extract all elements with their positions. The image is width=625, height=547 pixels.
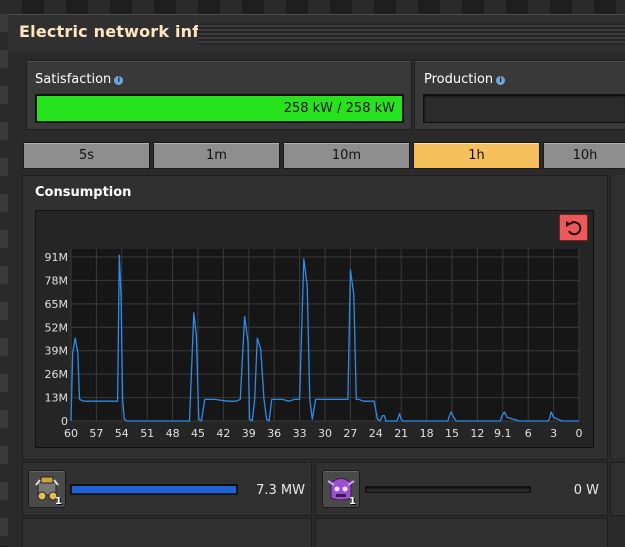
x-tick-label: 9.1 <box>494 427 512 440</box>
y-tick-label: 65M <box>45 298 69 311</box>
entry-row-edge <box>610 462 625 516</box>
entry-count: 1 <box>55 496 62 507</box>
x-tick-label: 33 <box>293 427 307 440</box>
x-tick-label: 18 <box>420 427 434 440</box>
entry-bar-2 <box>365 486 531 493</box>
entry-value-1: 7.3 MW <box>256 483 305 498</box>
x-tick-label: 12 <box>470 427 484 440</box>
entry-icon-slot-1[interactable]: 1 <box>28 470 66 508</box>
x-tick-label: 60 <box>64 427 78 440</box>
x-tick-label: 48 <box>166 427 180 440</box>
y-tick-label: 52M <box>45 321 69 334</box>
y-tick-label: 39M <box>45 345 69 358</box>
entry-row-3 <box>22 518 312 547</box>
x-tick-label: 27 <box>343 427 357 440</box>
x-tick-label: 42 <box>216 427 230 440</box>
y-tick-label: 26M <box>45 368 69 381</box>
x-tick-label: 57 <box>89 427 103 440</box>
x-tick-label: 15 <box>445 427 459 440</box>
x-tick-label: 24 <box>369 427 383 440</box>
x-tick-label: 51 <box>140 427 154 440</box>
y-tick-label: 78M <box>45 274 69 287</box>
x-tick-label: 45 <box>191 427 205 440</box>
x-tick-label: 36 <box>267 427 281 440</box>
x-tick-label: 30 <box>318 427 332 440</box>
y-tick-label: 13M <box>45 392 69 405</box>
x-tick-label: 6 <box>525 427 532 440</box>
x-tick-label: 21 <box>394 427 408 440</box>
x-tick-label: 0 <box>576 427 583 440</box>
entry-value-2: 0 W <box>573 483 599 498</box>
x-tick-label: 54 <box>115 427 129 440</box>
entry-count: 1 <box>349 496 356 507</box>
x-tick-label: 3 <box>550 427 557 440</box>
entry-bar-fill-1 <box>72 486 236 493</box>
entry-bar-1 <box>70 484 238 495</box>
entry-icon-slot-2[interactable]: 1 <box>322 470 360 508</box>
x-tick-label: 39 <box>242 427 256 440</box>
entry-row-4 <box>315 518 608 547</box>
y-tick-label: 91M <box>45 251 69 264</box>
y-tick-label: 0 <box>61 415 68 428</box>
